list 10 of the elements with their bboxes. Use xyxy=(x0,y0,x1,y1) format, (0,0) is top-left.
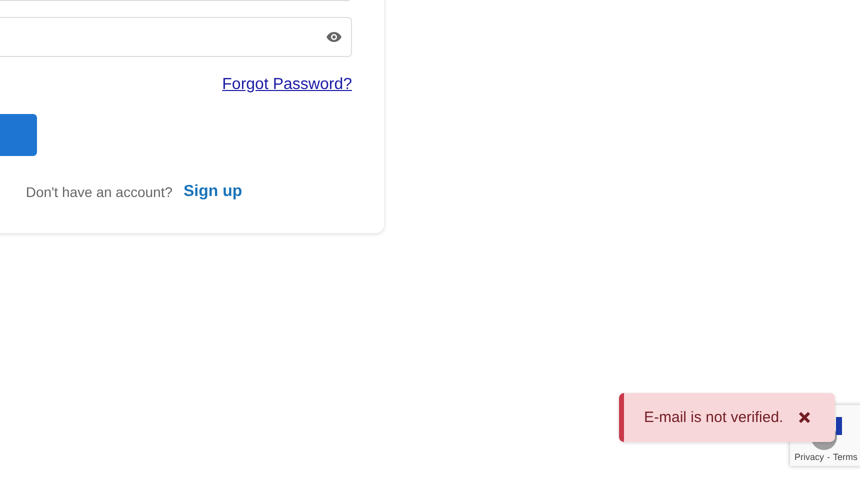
signup-prompt: Don't have an account? xyxy=(26,184,172,200)
password-field[interactable] xyxy=(0,17,352,57)
privacy-link[interactable]: Privacy xyxy=(794,452,824,462)
terms-link[interactable]: Terms xyxy=(833,452,858,462)
forgot-password-link[interactable]: Forgot Password? xyxy=(222,76,352,94)
close-icon[interactable] xyxy=(798,411,812,424)
eye-icon[interactable] xyxy=(326,31,342,43)
signup-link[interactable]: Sign up xyxy=(184,183,242,201)
toast-message: E-mail is not verified. xyxy=(644,409,784,426)
separator: - xyxy=(827,452,830,462)
